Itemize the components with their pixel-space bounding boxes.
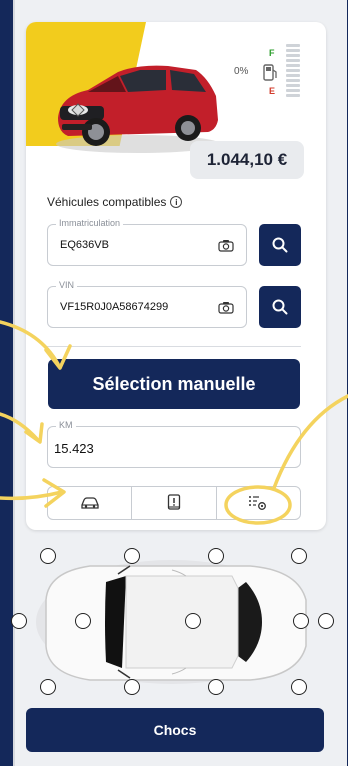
fuel-empty-label: E [269, 86, 276, 96]
car-icon [81, 497, 99, 509]
damage-hotspot-hood[interactable] [75, 613, 91, 629]
km-value[interactable]: 15.423 [54, 441, 94, 456]
km-field[interactable]: KM 15.423 [47, 420, 301, 468]
vin-value[interactable]: VF15R0J0A58674299 [60, 301, 168, 313]
section-divider [47, 346, 301, 347]
manual-selection-button[interactable]: Sélection manuelle [48, 359, 300, 409]
registration-value[interactable]: EQ636VB [60, 239, 109, 251]
damage-hotspot-rear-left-top[interactable] [291, 548, 307, 564]
damage-hotspot-rear-door-left[interactable] [208, 548, 224, 564]
chocs-button[interactable]: Chocs [26, 708, 324, 752]
camera-icon[interactable] [218, 239, 234, 252]
tab-manual[interactable] [131, 487, 215, 519]
registration-field[interactable]: Immatriculation EQ636VB [47, 218, 247, 266]
tab-vehicle[interactable] [48, 487, 131, 519]
camera-icon[interactable] [218, 301, 234, 314]
damage-hotspot-front-left-top[interactable] [40, 548, 56, 564]
registration-legend: Immatriculation [56, 218, 124, 228]
damage-hotspot-rear-bumper[interactable] [318, 613, 334, 629]
damage-hotspot-rear-right-bottom[interactable] [291, 679, 307, 695]
damage-hotspot-front-bumper[interactable] [11, 613, 27, 629]
search-icon [272, 299, 288, 315]
vin-field[interactable]: VIN VF15R0J0A58674299 [47, 280, 247, 328]
fuel-pump-icon [263, 64, 277, 81]
list-settings-icon [249, 496, 267, 510]
vin-search-button[interactable] [259, 286, 301, 328]
left-sidebar-edge [0, 0, 14, 766]
vehicle-price: 1.044,10 € [190, 141, 304, 179]
registration-search-button[interactable] [259, 224, 301, 266]
compatible-vehicles-label: Véhicules compatibles i [47, 195, 183, 209]
info-icon[interactable]: i [170, 196, 183, 208]
vehicle-tabs [47, 486, 301, 520]
damage-hotspot-trunk[interactable] [293, 613, 309, 629]
search-icon [272, 237, 288, 253]
km-legend: KM [56, 420, 76, 430]
fuel-full-label: F [269, 48, 275, 58]
vin-legend: VIN [56, 280, 78, 290]
fuel-percent: 0% [234, 66, 249, 77]
damage-hotspot-front-door-left[interactable] [124, 548, 140, 564]
compatible-vehicles-text: Véhicules compatibles [47, 195, 167, 209]
damage-hotspot-rear-door-right[interactable] [208, 679, 224, 695]
book-alert-icon [167, 494, 181, 510]
damage-hotspot-roof[interactable] [185, 613, 201, 629]
fuel-gauge [286, 44, 300, 100]
damage-hotspot-front-door-right[interactable] [124, 679, 140, 695]
damage-hotspot-front-left-bottom[interactable] [40, 679, 56, 695]
tab-settings[interactable] [215, 487, 300, 519]
